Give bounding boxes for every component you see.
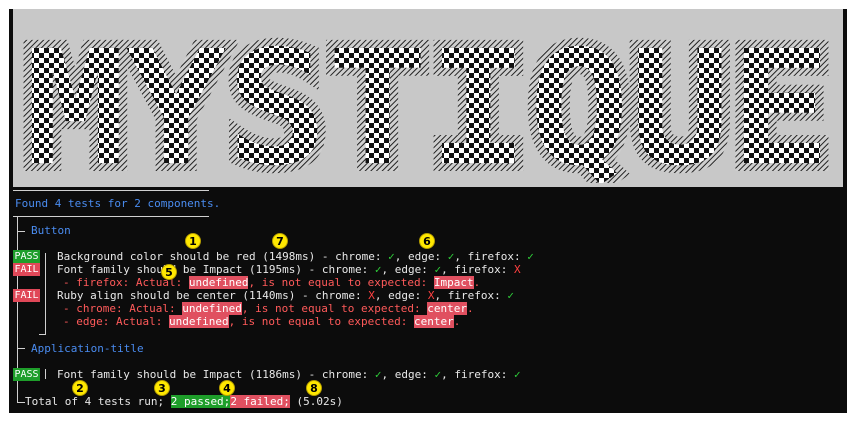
actual-value: undefined bbox=[182, 302, 242, 315]
annotation-marker: 4 bbox=[219, 380, 235, 396]
browser-label: , edge: bbox=[394, 250, 448, 263]
check-icon: ✓ bbox=[527, 250, 534, 263]
test-row: Ruby align should be center (1140ms) - c… bbox=[57, 289, 514, 302]
annotation-marker: 1 bbox=[185, 233, 201, 249]
pass-badge: PASS bbox=[13, 368, 40, 381]
actual-value: undefined bbox=[188, 276, 249, 289]
terminal-window: MYSTIQUE Found 4 tests for 2 components.… bbox=[9, 9, 847, 413]
totals-label: Total of 4 tests run; bbox=[25, 395, 171, 408]
browser-label: , firefox: bbox=[441, 263, 514, 276]
fail-badge: FAIL bbox=[13, 289, 40, 302]
component-name-application-title: Application-title bbox=[31, 342, 144, 355]
test-description: Ruby align should be center (1140ms) - c… bbox=[57, 289, 369, 302]
component-name-button: Button bbox=[31, 224, 71, 237]
browser-label: , firefox: bbox=[434, 289, 508, 302]
banner-logo: MYSTIQUE bbox=[19, 13, 837, 183]
banner-title: MYSTIQUE bbox=[25, 17, 831, 183]
failed-count: 2 failed; bbox=[230, 395, 290, 408]
browser-label: , edge: bbox=[381, 263, 435, 276]
tree-line bbox=[17, 348, 25, 349]
test-row: Font family should be Impact (1186ms) - … bbox=[57, 368, 521, 381]
cross-icon: X bbox=[368, 289, 375, 302]
totals-line: Total of 4 tests run; 2 passed;2 failed;… bbox=[25, 395, 343, 408]
test-description: Font family should be Impact (1195ms) - … bbox=[57, 263, 375, 276]
check-icon: ✓ bbox=[513, 368, 521, 381]
test-description: Background color should be red (1498ms) … bbox=[57, 250, 389, 263]
annotation-marker: 7 bbox=[272, 233, 288, 249]
annotation-marker: 6 bbox=[419, 233, 435, 249]
ascii-banner: MYSTIQUE bbox=[13, 9, 843, 187]
annotation-marker: 5 bbox=[161, 264, 177, 280]
test-row: Font family should be Impact (1195ms) - … bbox=[57, 263, 521, 276]
total-duration: (5.02s) bbox=[289, 395, 343, 408]
tree-line bbox=[13, 216, 209, 217]
browser-label: , edge: bbox=[381, 368, 435, 381]
tree-line bbox=[45, 253, 46, 334]
error-line: - firefox: Actual: undefined, is not equ… bbox=[63, 276, 481, 289]
error-line: - edge: Actual: undefined, is not equal … bbox=[63, 315, 461, 328]
browser-label: , firefox: bbox=[441, 368, 514, 381]
test-row: Background color should be red (1498ms) … bbox=[57, 250, 534, 263]
cross-icon: X bbox=[513, 263, 521, 276]
tree-line bbox=[39, 334, 46, 335]
pass-badge: PASS bbox=[13, 250, 40, 263]
passed-count: 2 passed; bbox=[170, 395, 231, 408]
tree-line bbox=[45, 369, 46, 379]
browser-label: , firefox: bbox=[454, 250, 528, 263]
annotation-marker: 2 bbox=[72, 380, 88, 396]
annotation-marker: 8 bbox=[306, 380, 322, 396]
check-icon: ✓ bbox=[388, 250, 395, 263]
summary-header: Found 4 tests for 2 components. bbox=[15, 197, 221, 210]
cross-icon: X bbox=[427, 289, 435, 302]
actual-value: undefined bbox=[168, 315, 229, 328]
tree-line bbox=[17, 402, 25, 403]
check-icon: ✓ bbox=[374, 368, 382, 381]
tree-line bbox=[13, 190, 209, 191]
error-line: - chrome: Actual: undefined, is not equa… bbox=[63, 302, 474, 315]
fail-badge: FAIL bbox=[13, 263, 40, 276]
annotation-marker: 3 bbox=[154, 380, 170, 396]
check-icon: ✓ bbox=[507, 289, 514, 302]
browser-label: , edge: bbox=[374, 289, 428, 302]
test-description: Font family should be Impact (1186ms) - … bbox=[57, 368, 375, 381]
expected-value: Impact bbox=[433, 276, 474, 289]
tree-line bbox=[17, 231, 25, 232]
expected-value: center bbox=[414, 315, 454, 328]
check-icon: ✓ bbox=[374, 263, 382, 276]
expected-value: center bbox=[427, 302, 468, 315]
